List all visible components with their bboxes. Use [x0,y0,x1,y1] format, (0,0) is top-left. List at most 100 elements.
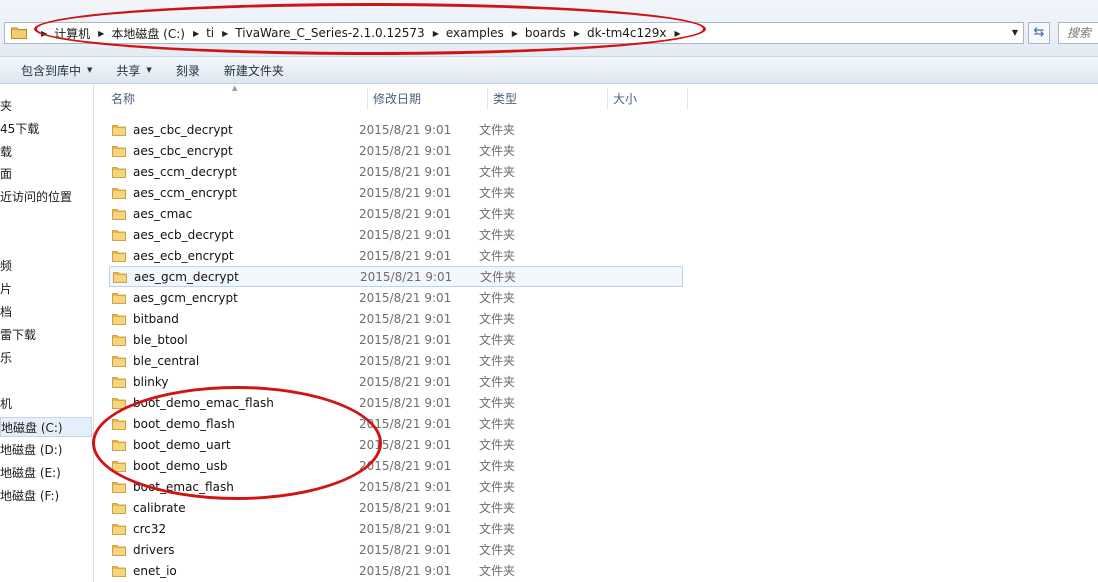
column-type-header[interactable]: 类型 [487,84,607,114]
table-row[interactable]: aes_ccm_decrypt 2015/8/21 9:01 文件夹 [109,161,683,182]
table-row[interactable]: blinky 2015/8/21 9:01 文件夹 [109,371,683,392]
chevron-right-icon[interactable]: ▶ [574,29,580,38]
file-name[interactable]: drivers [133,543,373,557]
file-name[interactable]: boot_emac_flash [133,480,373,494]
refresh-button[interactable]: ⇆ [1028,22,1050,44]
file-type: 文件夹 [479,564,516,578]
file-name[interactable]: blinky [133,375,373,389]
file-name[interactable]: aes_gcm_encrypt [133,291,373,305]
nav-item[interactable]: 机 [0,394,12,414]
file-name[interactable]: aes_ccm_encrypt [133,186,373,200]
nav-item[interactable]: 档 [0,302,12,322]
chevron-right-icon[interactable]: ▶ [433,29,439,38]
nav-item[interactable]: 地磁盘 (E:) [0,463,61,483]
file-name[interactable]: boot_demo_usb [133,459,373,473]
file-name[interactable]: aes_cbc_encrypt [133,144,373,158]
file-name[interactable]: aes_cmac [133,207,373,221]
address-bar[interactable]: ▶ 计算机 ▶ 本地磁盘 (C:) ▶ ti ▶ TivaWare_C_Series-2.1.… [4,22,1024,44]
table-row[interactable]: aes_cbc_encrypt 2015/8/21 9:01 文件夹 [109,140,683,161]
table-row[interactable]: ble_btool 2015/8/21 9:01 文件夹 [109,329,683,350]
table-row[interactable]: enet_io 2015/8/21 9:01 文件夹 [109,560,683,581]
column-name-header[interactable]: 名称 [105,84,367,114]
breadcrumb-item[interactable]: ▶ 计算机 [33,25,90,42]
file-name[interactable]: enet_io [133,564,373,578]
file-name[interactable]: aes_ccm_decrypt [133,165,373,179]
file-type: 文件夹 [479,417,516,431]
folder-icon [112,334,126,346]
table-row[interactable]: aes_gcm_decrypt 2015/8/21 9:01 文件夹 [109,266,683,287]
file-date: 2015/8/21 9:01 [359,521,452,536]
file-name[interactable]: boot_demo_flash [133,417,373,431]
table-row[interactable]: aes_ecb_encrypt 2015/8/21 9:01 文件夹 [109,245,683,266]
folder-icon [112,355,126,367]
chevron-right-icon[interactable]: ▶ [193,29,199,38]
chevron-right-icon[interactable]: ▶ [512,29,518,38]
chevron-right-icon[interactable]: ▶ [98,29,104,38]
nav-item[interactable]: 45下载 [0,119,39,139]
new-folder-button[interactable]: 新建文件夹 [224,62,284,79]
folder-icon [112,313,126,325]
table-row[interactable]: aes_ecb_decrypt 2015/8/21 9:01 文件夹 [109,224,683,245]
breadcrumb-item[interactable]: ▶ ti [185,26,214,40]
search-input[interactable] [1059,23,1098,42]
file-name[interactable]: aes_gcm_decrypt [134,270,374,284]
chevron-right-icon[interactable]: ▶ [222,29,228,38]
nav-item[interactable]: 片 [0,279,12,299]
nav-item[interactable]: 地磁盘 (F:) [0,486,59,506]
file-date: 2015/8/21 9:01 [359,332,452,347]
file-name[interactable]: ble_central [133,354,373,368]
file-name[interactable]: calibrate [133,501,373,515]
nav-item[interactable]: 频 [0,256,12,276]
file-name[interactable]: aes_cbc_decrypt [133,123,373,137]
nav-item[interactable]: 地磁盘 (C:) [0,417,92,437]
file-name[interactable]: boot_demo_uart [133,438,373,452]
folder-icon [112,229,126,241]
nav-item[interactable]: 雷下载 [0,325,36,345]
breadcrumb-item[interactable]: ▶ examples [425,26,504,40]
breadcrumb-item[interactable]: ▶ 本地磁盘 (C:) [90,25,185,42]
table-row[interactable]: drivers 2015/8/21 9:01 文件夹 [109,539,683,560]
table-row[interactable]: boot_demo_emac_flash 2015/8/21 9:01 文件夹 [109,392,683,413]
table-row[interactable]: aes_cmac 2015/8/21 9:01 文件夹 [109,203,683,224]
include-in-library-button[interactable]: 包含到库中 ▼ [21,62,92,79]
table-row[interactable]: bitband 2015/8/21 9:01 文件夹 [109,308,683,329]
breadcrumb-item[interactable]: ▶ TivaWare_C_Series-2.1.0.12573 [214,26,425,40]
chevron-right-icon[interactable]: ▶ [675,29,681,38]
breadcrumb-item[interactable]: ▶ boards [504,26,566,40]
breadcrumb-item[interactable]: ▶ dk-tm4c129x [566,26,667,40]
file-name[interactable]: aes_ecb_encrypt [133,249,373,263]
refresh-icon: ⇆ [1033,25,1045,40]
chevron-right-icon[interactable]: ▶ [41,29,47,38]
share-button[interactable]: 共享 ▼ [116,62,151,79]
file-name[interactable]: crc32 [133,522,373,536]
nav-item[interactable]: 面 [0,164,12,184]
nav-item[interactable]: 夹 [0,96,12,116]
table-row[interactable]: boot_demo_usb 2015/8/21 9:01 文件夹 [109,455,683,476]
column-size-header[interactable]: 大小 [607,84,687,114]
chevron-down-icon[interactable]: ▼ [1009,26,1021,40]
file-name[interactable]: boot_demo_emac_flash [133,396,373,410]
burn-button[interactable]: 刻录 [176,62,200,79]
nav-item[interactable]: 载 [0,142,12,162]
file-name[interactable]: ble_btool [133,333,373,347]
file-type: 文件夹 [479,312,516,326]
table-row[interactable]: ble_central 2015/8/21 9:01 文件夹 [109,350,683,371]
table-row[interactable]: calibrate 2015/8/21 9:01 文件夹 [109,497,683,518]
nav-item[interactable]: 乐 [0,348,12,368]
column-date-header[interactable]: 修改日期 [367,84,487,114]
table-row[interactable]: aes_gcm_encrypt 2015/8/21 9:01 文件夹 [109,287,683,308]
file-name[interactable]: aes_ecb_decrypt [133,228,373,242]
file-name[interactable]: bitband [133,312,373,326]
nav-item[interactable]: 地磁盘 (D:) [0,440,62,460]
table-row[interactable]: boot_emac_flash 2015/8/21 9:01 文件夹 [109,476,683,497]
column-divider[interactable] [687,88,688,110]
folder-icon [112,292,126,304]
nav-item[interactable]: 近访问的位置 [0,187,72,207]
table-row[interactable]: boot_demo_uart 2015/8/21 9:01 文件夹 [109,434,683,455]
table-row[interactable]: aes_cbc_decrypt 2015/8/21 9:01 文件夹 [109,119,683,140]
search-box[interactable] [1058,22,1098,44]
table-row[interactable]: crc32 2015/8/21 9:01 文件夹 [109,518,683,539]
table-row[interactable]: aes_ccm_encrypt 2015/8/21 9:01 文件夹 [109,182,683,203]
table-row[interactable]: boot_demo_flash 2015/8/21 9:01 文件夹 [109,413,683,434]
file-type: 文件夹 [479,459,516,473]
